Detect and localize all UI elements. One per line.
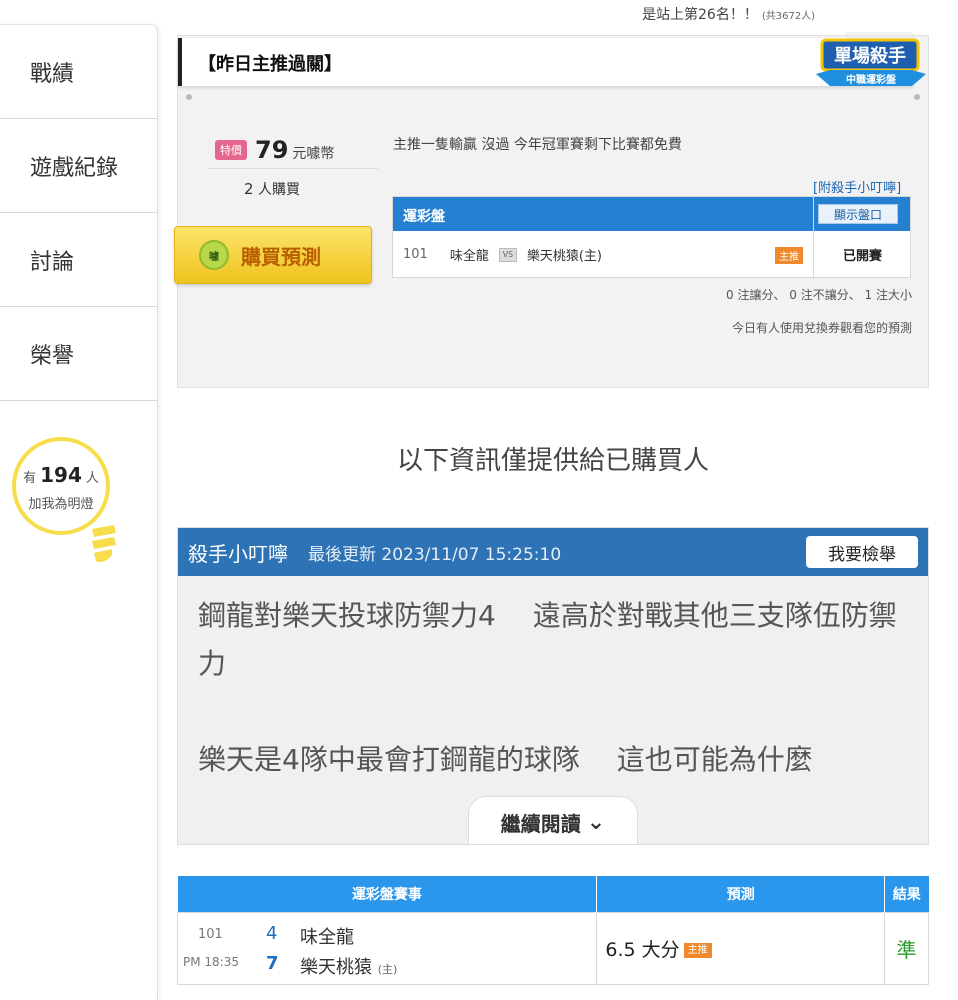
tips-paragraph: 樂天是4隊中最會打鋼龍的球隊 這也可能為什麼 bbox=[198, 743, 813, 776]
tips-header: 殺手小叮嚀 最後更新 2023/11/07 15:25:10 我要檢舉 bbox=[178, 528, 928, 576]
match-box: 運彩盤 顯示盤口 101 味全龍 VS 樂天桃猿(主) 主推 已開賽 bbox=[392, 196, 911, 279]
prediction-cell: 6.5 大分 主推 bbox=[596, 911, 886, 985]
prediction-description: 主推一隻輸贏 沒過 今年冠軍賽剩下比賽都免費 bbox=[393, 137, 682, 153]
sidebar-item-honor[interactable]: 榮譽 bbox=[0, 307, 157, 401]
home-marker: (主) bbox=[377, 962, 398, 976]
follower-prefix: 有 bbox=[23, 471, 37, 486]
follow-label: 加我為明燈 bbox=[28, 497, 94, 512]
buyer-only-note: 以下資訊僅提供給已購買人 bbox=[396, 446, 709, 476]
pin-icon bbox=[186, 94, 192, 100]
result-table: 運彩盤賽事 預測 結果 101 PM 18:35 4 味全龍 7 樂天桃猿 (主… bbox=[176, 876, 929, 985]
svg-text:中職運彩盤: 中職運彩盤 bbox=[846, 73, 897, 86]
special-price-tag: 特價 bbox=[215, 140, 247, 160]
match-header: 運彩盤 顯示盤口 bbox=[393, 197, 910, 231]
match-row: 101 味全龍 VS 樂天桃猿(主) 主推 bbox=[393, 231, 813, 278]
rank-text: 是站上第26名！！ (共3672人) bbox=[642, 4, 815, 24]
chevron-down-icon: ⌄ bbox=[586, 810, 606, 835]
home-team: 樂天桃猿(主) bbox=[526, 249, 602, 264]
match-status: 已開賽 bbox=[842, 249, 882, 264]
col-header-prediction: 預測 bbox=[596, 876, 886, 912]
read-more-label: 繼續閱讀 bbox=[500, 812, 581, 836]
home-score: 7 bbox=[266, 952, 279, 974]
pin-icon bbox=[914, 94, 920, 100]
show-odds-button[interactable]: 顯示盤口 bbox=[818, 204, 898, 224]
away-team: 味全龍 bbox=[300, 926, 354, 948]
prediction-value: 6.5 大分 bbox=[605, 938, 680, 961]
tips-box: 殺手小叮嚀 最後更新 2023/11/07 15:25:10 我要檢舉 鋼龍對樂… bbox=[177, 527, 929, 845]
price-value: 79 bbox=[255, 136, 289, 164]
sidebar-item-label: 遊戲紀錄 bbox=[30, 155, 119, 181]
follower-number: 194 bbox=[40, 463, 82, 487]
buyer-number: 2 bbox=[244, 180, 254, 198]
coin-icon: 噱 bbox=[199, 240, 229, 270]
result-outcome: 準 bbox=[884, 911, 929, 985]
tips-update-time: 最後更新 2023/11/07 15:25:10 bbox=[308, 544, 562, 565]
away-team: 味全龍 bbox=[449, 249, 489, 264]
bet-stats: 0 注讓分、 0 注不讓分、 1 注大小 bbox=[726, 288, 912, 302]
tips-link[interactable]: [附殺手小叮嚀] bbox=[813, 177, 901, 196]
rank-total: (共3672人) bbox=[761, 11, 816, 22]
follow-bulb[interactable]: 有 194 人 加我為明燈 bbox=[10, 437, 120, 577]
sidebar-item-label: 討論 bbox=[30, 249, 75, 275]
sidebar-item-discussion[interactable]: 討論 bbox=[0, 213, 157, 307]
away-score: 4 bbox=[266, 922, 278, 944]
col-header-match: 運彩盤賽事 bbox=[177, 876, 598, 912]
match-time: PM 18:35 bbox=[183, 954, 239, 969]
svg-text:單場殺手: 單場殺手 bbox=[834, 45, 906, 67]
price-unit: 元噱幣 bbox=[292, 146, 335, 162]
tips-body: 鋼龍對樂天投球防禦力4 遠高於對戰其他三支隊伍防禦力 樂天是4隊中最會打鋼龍的球… bbox=[178, 576, 928, 784]
main-pick-badge: 主推 bbox=[683, 942, 712, 958]
bulb-base-icon bbox=[92, 525, 116, 563]
table-row: 101 PM 18:35 4 味全龍 7 樂天桃猿 (主) 6.5 大分 主推 準 bbox=[176, 911, 929, 985]
read-more-button[interactable]: 繼續閱讀 ⌄ bbox=[468, 796, 638, 844]
main-pick-badge: 主推 bbox=[775, 247, 803, 264]
tips-title: 殺手小叮嚀 bbox=[188, 541, 288, 566]
home-team: 樂天桃猿 (主) bbox=[300, 953, 397, 979]
vs-icon: VS bbox=[498, 247, 517, 262]
match-header-label: 運彩盤 bbox=[403, 209, 445, 225]
col-header-result: 結果 bbox=[884, 876, 929, 912]
sidebar-item-game-log[interactable]: 遊戲紀錄 bbox=[0, 119, 157, 213]
match-number: 101 bbox=[198, 926, 223, 942]
report-button[interactable]: 我要檢舉 bbox=[806, 536, 918, 568]
follower-suffix: 人 bbox=[85, 471, 99, 486]
buy-button-label: 購買預測 bbox=[241, 244, 321, 269]
price-row: 特價 79 元噱幣 bbox=[215, 136, 334, 164]
buy-prediction-button[interactable]: 噱 購買預測 bbox=[174, 226, 372, 284]
rank-label: 是站上第26名！！ bbox=[642, 7, 758, 23]
prediction-panel: 【昨日主推過關】 單場殺手 中職運彩盤 特價 79 元噱幣 2 人購買 噱 購買… bbox=[174, 32, 929, 388]
table-header-row: 運彩盤賽事 預測 結果 bbox=[177, 876, 929, 912]
sidebar-item-label: 榮譽 bbox=[30, 343, 75, 369]
divider bbox=[208, 168, 378, 169]
buyer-unit: 人購買 bbox=[258, 182, 300, 198]
match-number: 101 bbox=[403, 247, 428, 262]
sidebar-item-record[interactable]: 戰績 bbox=[0, 25, 157, 119]
sidebar-item-label: 戰績 bbox=[30, 61, 75, 87]
buyer-count: 2 人購買 bbox=[244, 179, 300, 199]
page: 是站上第26名！！ (共3672人) 戰績 遊戲紀錄 討論 榮譽 有 194 人 加我… bbox=[0, 0, 958, 1000]
tips-paragraph: 鋼龍對樂天投球防禦力4 遠高於對戰其他三支隊伍防禦力 bbox=[198, 599, 897, 680]
home-team-name: 樂天桃猿 bbox=[300, 956, 372, 978]
coupon-note: 今日有人使用兌換券觀看您的預測 bbox=[731, 321, 912, 335]
killer-badge-icon: 單場殺手 中職運彩盤 bbox=[816, 32, 926, 86]
follower-count: 有 194 人 bbox=[10, 463, 112, 487]
panel-title: 【昨日主推過關】 bbox=[178, 38, 913, 86]
sidebar: 戰績 遊戲紀錄 討論 榮譽 有 194 人 加我為明燈 bbox=[0, 24, 158, 1000]
match-cell: 101 PM 18:35 4 味全龍 7 樂天桃猿 (主) bbox=[176, 911, 598, 985]
